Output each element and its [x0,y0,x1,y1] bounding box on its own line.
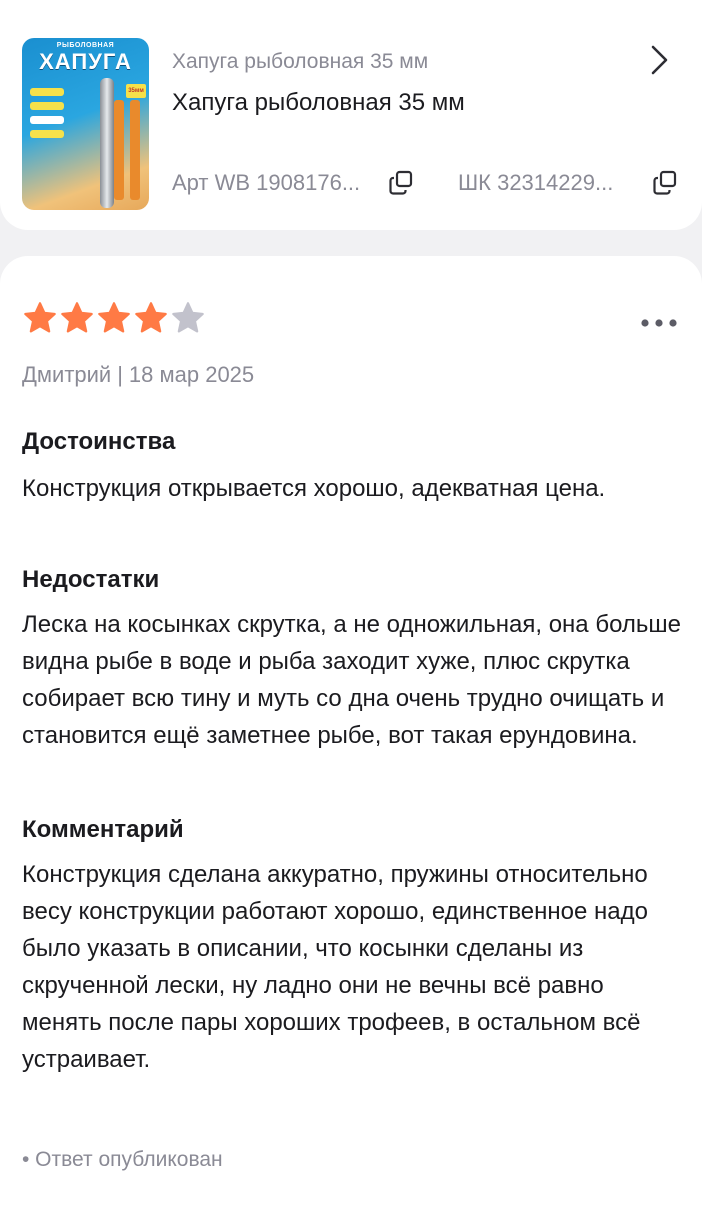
copy-icon[interactable] [388,170,414,196]
product-image-stick [114,100,124,200]
barcode-number: ШК 32314229... [458,170,614,195]
product-image-chip [30,130,64,138]
star-empty-icon [172,302,204,333]
review-date: 18 мар 2025 [128,362,255,387]
product-image[interactable]: РЫБОЛОВНАЯ ХАПУГА 35мм [22,38,149,210]
product-subtitle: Хапуга рыболовная 35 мм [172,50,429,73]
cons-text: Леска на косынках скрутка, а не одножиль… [22,611,681,749]
star-filled-icon [24,302,56,333]
product-image-spring [100,78,114,208]
chevron-right-icon[interactable] [648,44,672,76]
more-options-icon[interactable] [640,318,678,328]
review-card: Дмитрий | 18 мар 2025 Достоинства Конструк… [0,256,702,1216]
article-number: Арт WB 1908176... [172,170,361,195]
pros-text: Конструкция открывается хорошо, адекватн… [22,475,606,502]
product-image-stick [130,100,140,200]
cons-title: Недостатки [22,566,160,593]
star-filled-icon [98,302,130,333]
copy-icon[interactable] [652,170,678,196]
star-filled-icon [135,302,167,333]
star-filled-icon [61,302,93,333]
pros-title: Достоинства [22,428,176,455]
product-image-brand: ХАПУГА [39,49,132,74]
product-image-chip [30,116,64,124]
comment-text: Конструкция сделана аккуратно, пружины о… [22,861,648,1073]
product-image-brand-top: РЫБОЛОВНАЯ [56,42,115,49]
product-image-chip [30,102,64,110]
rating-stars [22,300,206,336]
answer-status: • Ответ опубликован [22,1148,223,1171]
product-image-badge: 35мм [126,84,146,98]
review-author: Дмитрий [22,362,112,387]
product-title[interactable]: Хапуга рыболовная 35 мм [172,89,465,117]
product-card[interactable]: РЫБОЛОВНАЯ ХАПУГА 35мм Хапуга рыболовная… [0,0,702,230]
meta-separator: | [117,362,123,387]
comment-title: Комментарий [22,816,184,843]
product-image-chip [30,88,64,96]
review-meta: Дмитрий | 18 мар 2025 [22,362,254,388]
